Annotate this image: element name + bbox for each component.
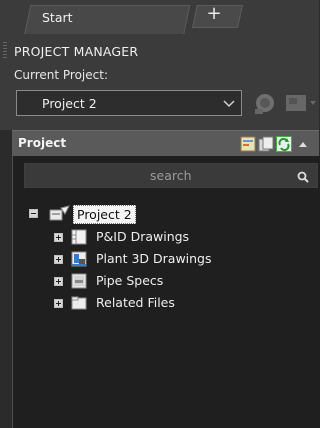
- project-root-label[interactable]: Project 2: [73, 205, 136, 224]
- expand-toggle[interactable]: [54, 277, 63, 286]
- tree-item-pipe-specs[interactable]: Pipe Specs: [96, 273, 163, 288]
- publish-icon[interactable]: [283, 89, 319, 117]
- project-root-icon: [49, 205, 70, 221]
- current-project-label: Current Project:: [14, 68, 108, 82]
- pid-drawings-icon: [71, 229, 87, 245]
- collapse-toggle[interactable]: [29, 209, 38, 218]
- current-project-dropdown[interactable]: Project 2: [16, 90, 242, 116]
- plus-icon[interactable]: +: [202, 3, 226, 25]
- refresh-icon[interactable]: [276, 136, 292, 152]
- expand-toggle[interactable]: [54, 233, 63, 242]
- current-project-value: Project 2: [42, 96, 97, 111]
- expand-toggle[interactable]: [54, 255, 63, 264]
- tree-item-related-files[interactable]: Related Files: [96, 295, 175, 310]
- tree-item-plant3d-drawings[interactable]: Plant 3D Drawings: [96, 251, 212, 266]
- expand-toggle[interactable]: [54, 299, 63, 308]
- project-properties-icon[interactable]: [240, 136, 256, 152]
- panel-title: PROJECT MANAGER: [14, 44, 139, 59]
- project-setup-icon[interactable]: [252, 89, 278, 117]
- plant3d-drawings-icon: [71, 251, 87, 267]
- tree-item-pid-drawings[interactable]: P&ID Drawings: [96, 229, 189, 244]
- project-tree-panel: [12, 156, 320, 428]
- scroll-up-arrow-icon[interactable]: [297, 138, 309, 150]
- panel-grip-handle[interactable]: [3, 42, 7, 60]
- search-icon[interactable]: [296, 170, 310, 184]
- project-panel-title: Project: [18, 136, 67, 150]
- search-placeholder: search: [150, 168, 192, 183]
- copy-to-project-icon[interactable]: [258, 136, 274, 152]
- folder-icon: [71, 296, 87, 310]
- chevron-down-icon: [223, 100, 235, 108]
- pipe-specs-icon: [71, 273, 87, 289]
- tab-start-label[interactable]: Start: [42, 10, 73, 25]
